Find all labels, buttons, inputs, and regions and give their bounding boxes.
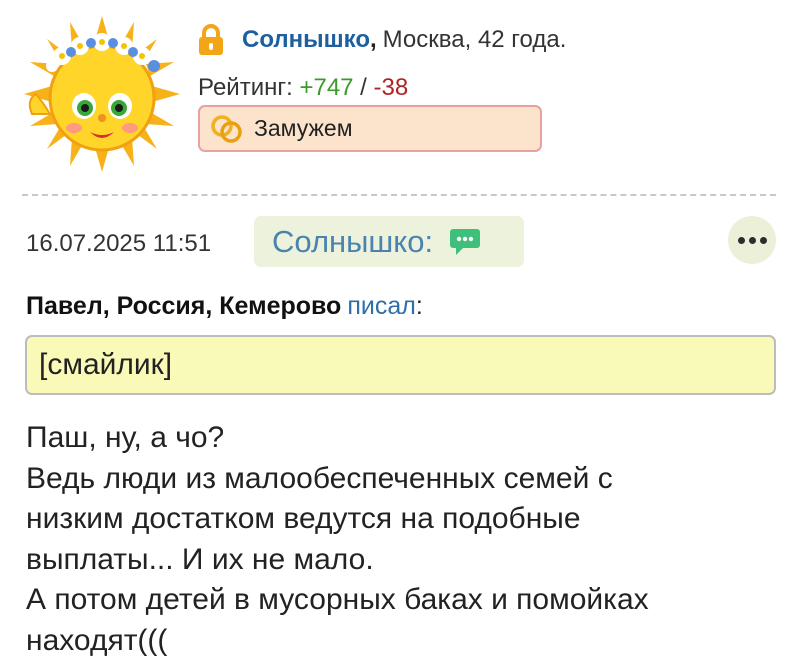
quote-box: [смайлик] bbox=[25, 335, 776, 395]
chat-bubble-icon[interactable] bbox=[449, 227, 481, 257]
message-line: Ведь люди из малообеспеченных семей с bbox=[26, 461, 613, 495]
user-profile-card: Солнышко, Москва, 42 года. Рейтинг: +747… bbox=[0, 0, 800, 190]
message-line: А потом детей в мусорных баках и помойка… bbox=[26, 583, 649, 616]
dashed-divider bbox=[22, 194, 776, 196]
post-header: 16.07.2025 11:51 Солнышко: bbox=[0, 216, 800, 270]
marital-status-text: Замужем bbox=[254, 115, 353, 141]
quote-author: Павел, Россия, Кемерово bbox=[26, 292, 342, 320]
quote-header: Павел, Россия, Кемерово писал: bbox=[26, 292, 423, 321]
name-comma: , bbox=[370, 26, 377, 53]
message-line: низким достатком ведутся на подобные bbox=[26, 502, 581, 535]
rating-line: Рейтинг: +747 / -38 bbox=[198, 74, 566, 102]
rating-separator: / bbox=[353, 74, 374, 101]
profile-location-age: Москва, 42 года. bbox=[382, 26, 567, 53]
profile-info: Солнышко, Москва, 42 года. Рейтинг: +747… bbox=[198, 20, 566, 102]
dot bbox=[759, 236, 767, 244]
quote-text: [смайлик] bbox=[39, 348, 173, 381]
lock-icon bbox=[199, 24, 223, 55]
post-author-name[interactable]: Солнышко: bbox=[272, 224, 433, 260]
more-dots-icon[interactable] bbox=[728, 216, 776, 264]
marital-status-badge: Замужем bbox=[198, 105, 542, 152]
post-author-chip[interactable]: Солнышко: bbox=[254, 216, 524, 267]
quote-colon: : bbox=[415, 292, 423, 320]
quote-wrote-link[interactable]: писал bbox=[347, 292, 416, 320]
message-body: Паш, ну, а чо? Ведь люди из малообеспече… bbox=[26, 418, 786, 661]
message-line: находят((( bbox=[26, 623, 168, 657]
dot bbox=[737, 236, 745, 244]
sun-avatar-icon[interactable] bbox=[22, 14, 182, 174]
post-timestamp: 16.07.2025 11:51 bbox=[26, 230, 212, 257]
rating-minus[interactable]: -38 bbox=[374, 74, 409, 101]
dot bbox=[748, 236, 756, 244]
profile-username-link[interactable]: Солнышко bbox=[242, 26, 370, 54]
rating-label: Рейтинг: bbox=[198, 74, 300, 101]
rating-plus[interactable]: +747 bbox=[299, 74, 353, 101]
message-line: Паш, ну, а чо? bbox=[26, 421, 225, 454]
wedding-rings-icon bbox=[211, 114, 242, 143]
profile-name-line: Солнышко, Москва, 42 года. bbox=[198, 20, 566, 60]
message-line: выплаты... И их не мало. bbox=[26, 542, 374, 576]
